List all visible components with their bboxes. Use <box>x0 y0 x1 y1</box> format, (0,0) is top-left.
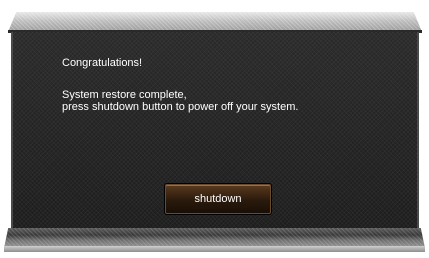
screen: Congratulations! System restore complete… <box>0 0 429 258</box>
dialog-title: Congratulations! <box>62 57 143 69</box>
dialog-frame-bottom <box>4 228 425 248</box>
dialog-message-line2: press shutdown button to power off your … <box>62 101 299 113</box>
background-fragment <box>2 150 5 160</box>
dialog-frame-bottom-edge <box>4 246 425 252</box>
shutdown-button[interactable]: shutdown <box>165 184 271 214</box>
dialog-frame-top <box>8 12 422 32</box>
